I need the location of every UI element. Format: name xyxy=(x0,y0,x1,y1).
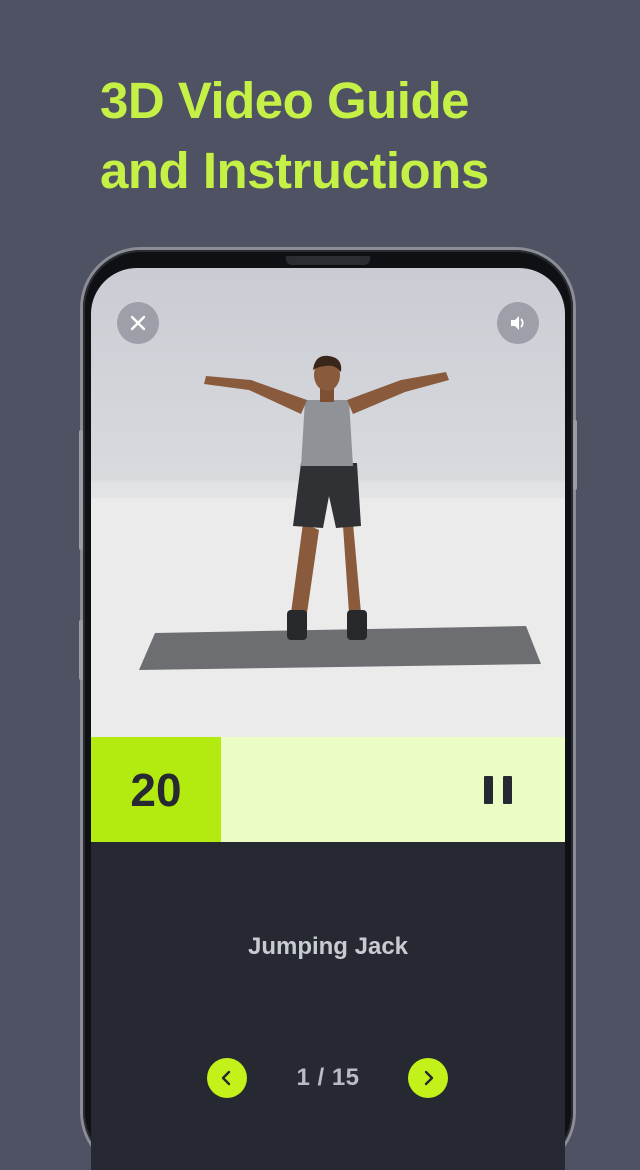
sound-button[interactable] xyxy=(497,302,539,344)
volume-icon xyxy=(511,316,524,330)
phone-side-button xyxy=(79,430,83,550)
previous-button[interactable] xyxy=(207,1058,247,1098)
phone-speaker-notch xyxy=(286,256,370,265)
phone-screen: 20 Jumping Jack 1 / 15 xyxy=(91,268,565,1170)
headline: 3D Video Guide and Instructions xyxy=(100,66,620,206)
phone-side-button xyxy=(573,420,577,490)
pause-icon xyxy=(503,776,512,804)
phone-frame: 20 Jumping Jack 1 / 15 xyxy=(79,250,577,1170)
close-icon xyxy=(130,315,146,331)
headline-line-1: 3D Video Guide xyxy=(100,72,469,129)
headline-line-2: and Instructions xyxy=(100,142,489,199)
pause-button[interactable] xyxy=(484,776,512,804)
page-indicator: 1 / 15 xyxy=(296,1064,360,1091)
phone-side-button xyxy=(79,620,83,680)
chevron-left-icon xyxy=(221,1070,231,1086)
exercise-video[interactable] xyxy=(91,268,565,737)
next-button[interactable] xyxy=(408,1058,448,1098)
exercise-name: Jumping Jack xyxy=(247,933,409,960)
rep-counter: 20 xyxy=(91,737,221,842)
chevron-right-icon xyxy=(424,1070,434,1086)
exercise-pager: 1 / 15 xyxy=(91,1058,565,1098)
timer-bar: 20 xyxy=(91,737,565,842)
close-button[interactable] xyxy=(117,302,159,344)
exercise-figure-illustration xyxy=(91,355,565,737)
pause-icon xyxy=(484,776,493,804)
